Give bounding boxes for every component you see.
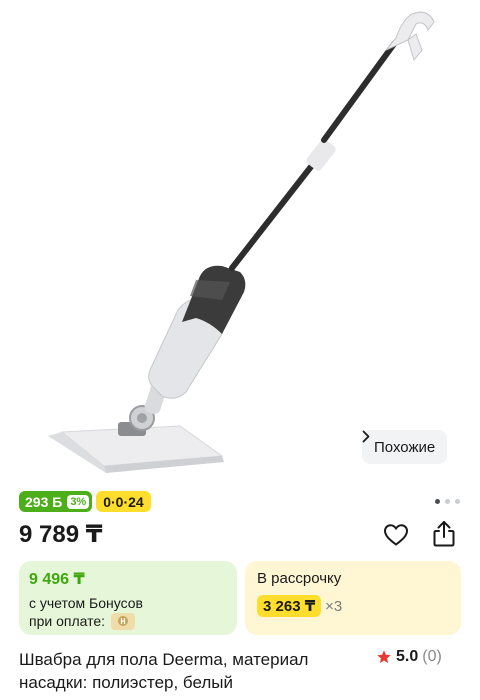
price-badges: 293 Б 3% 0·0·24 — [19, 491, 151, 512]
installment-multiplier: ×3 — [325, 597, 343, 615]
product-rating[interactable]: 5.0 (0) — [376, 648, 442, 666]
pagination-dot[interactable] — [455, 499, 460, 504]
mop-image — [48, 11, 435, 473]
bonus-badge: 293 Б 3% — [19, 491, 93, 512]
share-icon — [433, 521, 455, 547]
bonus-price-caption: с учетом Бонусов — [29, 595, 143, 611]
share-button[interactable] — [429, 519, 459, 549]
bonus-price-amount: 9 496 ₸ — [29, 571, 85, 588]
review-count: (0) — [422, 648, 442, 665]
installment-badge: 0·0·24 — [96, 491, 151, 512]
bonus-badge-value: 293 Б — [25, 493, 63, 510]
bonus-coin-icon — [111, 612, 136, 630]
similar-label: Похожие — [374, 438, 436, 456]
product-price: 9 789 ₸ — [19, 521, 103, 548]
gallery-pagination[interactable] — [435, 499, 460, 504]
pagination-dot[interactable] — [445, 499, 450, 504]
installment-monthly: 3 263 ₸ — [257, 595, 322, 617]
bonus-price-caption-2: при оплате: — [29, 613, 106, 629]
chevron-right-icon — [362, 430, 370, 443]
favorite-button[interactable] — [381, 520, 411, 550]
heart-icon — [383, 524, 409, 546]
pagination-dot[interactable] — [435, 499, 440, 504]
bonus-price-card[interactable]: 9 496 ₸ с учетом Бонусов при оплате: — [19, 561, 237, 635]
rating-score: 5.0 — [396, 648, 419, 665]
installment-card[interactable]: В рассрочку 3 263 ₸ ×3 — [245, 561, 461, 635]
product-image-gallery[interactable]: Похожие — [0, 0, 480, 482]
star-icon — [377, 650, 391, 663]
product-title: Швабра для пола Deerma, материал насадки… — [19, 650, 309, 692]
similar-products-button[interactable]: Похожие — [362, 430, 448, 464]
bonus-badge-percent: 3% — [67, 494, 90, 509]
installment-title: В рассрочку — [257, 570, 342, 587]
